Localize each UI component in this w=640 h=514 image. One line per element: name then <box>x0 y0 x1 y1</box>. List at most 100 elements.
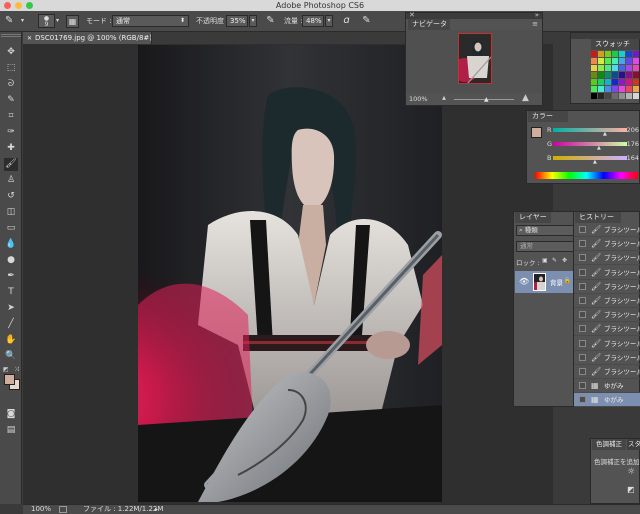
brush-panel-toggle-icon[interactable]: ▦ <box>66 15 79 28</box>
marquee-tool-icon[interactable]: ⬚ <box>4 62 18 75</box>
history-item[interactable]: 🖌 ブラシツール <box>574 237 640 252</box>
color-swatch[interactable] <box>605 51 611 57</box>
panel-menu-icon[interactable]: ≡ <box>532 20 538 28</box>
tab-styles[interactable]: スタ <box>627 439 640 450</box>
color-swatch[interactable] <box>626 72 632 78</box>
tab-history[interactable]: ヒストリー <box>575 212 621 223</box>
swap-colors-icon[interactable]: ⤨ <box>14 366 19 374</box>
type-tool-icon[interactable]: T <box>4 286 18 299</box>
color-swatch[interactable] <box>605 79 611 85</box>
brush-tool-preset-icon[interactable]: ✎ <box>5 14 13 28</box>
layer-row-background[interactable]: 👁 背景 🔒 <box>515 271 573 293</box>
color-swatch[interactable] <box>619 51 625 57</box>
lasso-tool-icon[interactable]: ᘐ <box>4 78 18 91</box>
history-item[interactable]: 🖌 ブラシツール <box>574 251 640 266</box>
default-colors-icon[interactable]: ◩ <box>3 366 9 373</box>
color-swatch[interactable] <box>619 72 625 78</box>
history-checkbox[interactable] <box>579 325 586 333</box>
color-swatch[interactable] <box>612 86 618 92</box>
color-slider-g[interactable] <box>553 142 627 146</box>
color-swatch[interactable] <box>598 79 604 85</box>
brush-picker-dropdown-icon[interactable]: ▾ <box>56 14 59 28</box>
color-value-b[interactable]: 164 <box>627 154 639 162</box>
swatch-grid[interactable] <box>591 51 639 101</box>
eyedropper-tool-icon[interactable]: ✑ <box>4 126 18 139</box>
color-swatch[interactable] <box>591 79 597 85</box>
color-swatch[interactable] <box>605 58 611 64</box>
color-swatch[interactable] <box>626 65 632 71</box>
color-swatch[interactable] <box>598 72 604 78</box>
color-swatch[interactable] <box>591 58 597 64</box>
color-swatch[interactable] <box>612 93 618 99</box>
clone-stamp-tool-icon[interactable]: ♙ <box>4 174 18 187</box>
zoom-slider-thumb[interactable]: ▲ <box>484 96 489 103</box>
brush-size-picker[interactable]: ● 9 <box>38 14 55 28</box>
color-swatch[interactable] <box>591 93 597 99</box>
color-swatch[interactable] <box>619 58 625 64</box>
history-checkbox[interactable] <box>579 368 586 375</box>
tab-swatches[interactable]: スウォッチ <box>591 39 639 50</box>
opacity-input[interactable]: 35% <box>226 15 248 27</box>
color-swatch[interactable] <box>633 51 639 57</box>
color-swatch[interactable] <box>605 86 611 92</box>
layer-blend-mode-select[interactable]: 通常 <box>516 241 574 252</box>
history-item[interactable]: 🖌 ブラシツール <box>574 322 640 337</box>
color-swatch[interactable] <box>612 58 618 64</box>
path-selection-tool-icon[interactable]: ➤ <box>4 302 18 315</box>
status-menu-icon[interactable] <box>59 506 67 513</box>
color-swatch[interactable] <box>598 51 604 57</box>
color-spectrum-bar[interactable] <box>535 172 638 179</box>
color-swatch[interactable] <box>619 86 625 92</box>
history-item[interactable]: 🖌 ブラシツール <box>574 223 640 237</box>
shape-tool-icon[interactable]: ╱ <box>4 318 18 331</box>
history-checkbox[interactable] <box>579 268 586 276</box>
color-swatch[interactable] <box>633 79 639 85</box>
hand-tool-icon[interactable]: ✋ <box>4 334 18 347</box>
gradient-tool-icon[interactable]: ▭ <box>4 222 18 235</box>
zoom-out-icon[interactable]: ▴ <box>442 93 446 102</box>
history-brush-tool-icon[interactable]: ↺ <box>4 190 18 203</box>
lock-brush-icon[interactable]: ✎ <box>552 257 557 264</box>
color-swatch[interactable] <box>598 86 604 92</box>
pressure-opacity-icon[interactable]: ✎ <box>264 15 277 28</box>
history-checkbox[interactable] <box>579 254 586 262</box>
color-swatch[interactable] <box>605 93 611 99</box>
color-swatch[interactable] <box>626 51 632 57</box>
color-swatch[interactable] <box>633 86 639 92</box>
zoom-in-icon[interactable]: ▲ <box>522 93 529 103</box>
opacity-dropdown[interactable]: ▾ <box>249 15 257 27</box>
color-swatch[interactable] <box>591 65 597 71</box>
pressure-size-icon[interactable]: ✎ <box>360 15 373 28</box>
color-swatch[interactable] <box>591 72 597 78</box>
preset-dropdown-icon[interactable]: ▾ <box>21 14 24 28</box>
brush-tool-icon[interactable]: 🖌 <box>4 158 18 171</box>
history-checkbox[interactable] <box>579 297 586 304</box>
color-slider-r-thumb[interactable]: ▲ <box>603 131 607 137</box>
screen-mode-icon[interactable]: ▤ <box>4 424 18 437</box>
quick-mask-icon[interactable]: ◙ <box>4 408 18 421</box>
blur-tool-icon[interactable]: 💧 <box>4 238 18 251</box>
history-item[interactable]: 🖌 ブラシツール <box>574 308 640 323</box>
history-item[interactable]: 🖌 ブラシツール <box>574 365 640 379</box>
color-slider-g-thumb[interactable]: ▲ <box>597 145 601 151</box>
history-checkbox[interactable] <box>579 240 586 248</box>
flow-input[interactable]: 48% <box>302 15 324 27</box>
color-foreground-swatch[interactable] <box>531 127 542 138</box>
color-swatch[interactable] <box>591 86 597 92</box>
color-swatch[interactable] <box>591 51 597 57</box>
color-value-g[interactable]: 176 <box>627 140 639 148</box>
lock-pixels-icon[interactable]: ▣ <box>542 257 548 264</box>
history-item[interactable]: 🖌 ブラシツール <box>574 337 640 351</box>
history-item[interactable]: 🖌 ブラシツール <box>574 266 640 280</box>
color-swatch[interactable] <box>598 93 604 99</box>
color-swatch[interactable] <box>633 93 639 99</box>
flow-dropdown[interactable]: ▾ <box>325 15 333 27</box>
history-checkbox[interactable] <box>579 353 586 361</box>
eraser-tool-icon[interactable]: ◫ <box>4 206 18 219</box>
mode-select[interactable]: 通常 ⬍ <box>112 15 189 27</box>
color-swatch[interactable] <box>633 65 639 71</box>
color-swatch[interactable] <box>605 72 611 78</box>
levels-icon[interactable]: ◩ <box>627 485 635 494</box>
color-slider-r[interactable] <box>553 128 627 132</box>
color-swatch[interactable] <box>605 65 611 71</box>
